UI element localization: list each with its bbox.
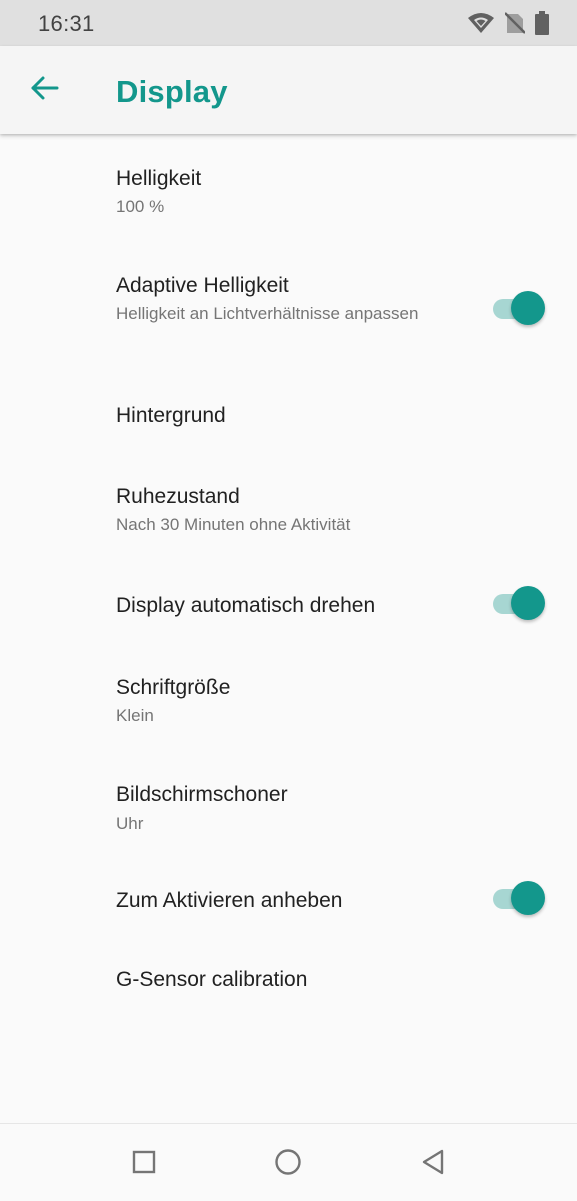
recents-square-icon xyxy=(132,1150,156,1179)
setting-zum-aktivieren-anheben[interactable]: Zum Aktivieren anheben xyxy=(0,864,577,944)
setting-display-automatisch-drehen[interactable]: Display automatisch drehen xyxy=(0,566,577,648)
wifi-icon xyxy=(467,12,495,34)
back-button[interactable] xyxy=(22,68,66,112)
setting-hintergrund[interactable]: Hintergrund xyxy=(0,374,577,456)
toggle-thumb xyxy=(511,586,545,620)
app-bar: Display xyxy=(0,46,577,134)
setting-title: Adaptive Helligkeit xyxy=(116,274,289,297)
setting-title: Ruhezustand xyxy=(116,485,240,508)
setting-bildschirmschoner[interactable]: Bildschirmschoner Uhr xyxy=(0,756,577,864)
setting-summary: Uhr xyxy=(116,814,144,833)
home-circle-icon xyxy=(274,1148,302,1181)
setting-ruhezustand[interactable]: Ruhezustand Nach 30 Minuten ohne Aktivit… xyxy=(0,456,577,566)
setting-title: Hintergrund xyxy=(116,404,226,427)
recents-button[interactable] xyxy=(124,1144,164,1184)
back-nav-button[interactable] xyxy=(413,1144,453,1184)
navigation-bar xyxy=(0,1123,577,1201)
status-bar: 16:31 xyxy=(0,0,577,46)
no-sim-icon xyxy=(505,12,525,34)
status-icons xyxy=(467,11,549,35)
battery-icon xyxy=(535,11,549,35)
setting-title: Display automatisch drehen xyxy=(116,594,376,617)
toggle-thumb xyxy=(511,291,545,325)
setting-helligkeit[interactable]: Helligkeit 100 % xyxy=(0,134,577,244)
back-triangle-icon xyxy=(421,1149,445,1180)
setting-adaptive-helligkeit[interactable]: Adaptive Helligkeit Helligkeit an Lichtv… xyxy=(0,244,577,374)
page-title: Display xyxy=(116,74,228,109)
lift-to-wake-toggle[interactable] xyxy=(493,881,545,915)
toggle-thumb xyxy=(511,881,545,915)
status-time: 16:31 xyxy=(38,11,95,36)
setting-title: Bildschirmschoner xyxy=(116,783,288,806)
setting-g-sensor-calibration[interactable]: G-Sensor calibration xyxy=(0,944,577,1024)
setting-schriftgroesse[interactable]: Schriftgröße Klein xyxy=(0,648,577,756)
setting-summary: Nach 30 Minuten ohne Aktivität xyxy=(116,515,351,534)
setting-title: Zum Aktivieren anheben xyxy=(116,889,343,912)
setting-title: Schriftgröße xyxy=(116,676,231,699)
setting-summary: Helligkeit an Lichtverhältnisse anpassen xyxy=(116,304,419,323)
setting-title: G-Sensor calibration xyxy=(116,968,308,991)
setting-title: Helligkeit xyxy=(116,167,202,190)
adaptive-brightness-toggle[interactable] xyxy=(493,291,545,325)
arrow-back-icon xyxy=(29,73,59,108)
auto-rotate-toggle[interactable] xyxy=(493,586,545,620)
home-button[interactable] xyxy=(268,1144,308,1184)
setting-summary: Klein xyxy=(116,706,154,725)
setting-summary: 100 % xyxy=(116,197,165,216)
